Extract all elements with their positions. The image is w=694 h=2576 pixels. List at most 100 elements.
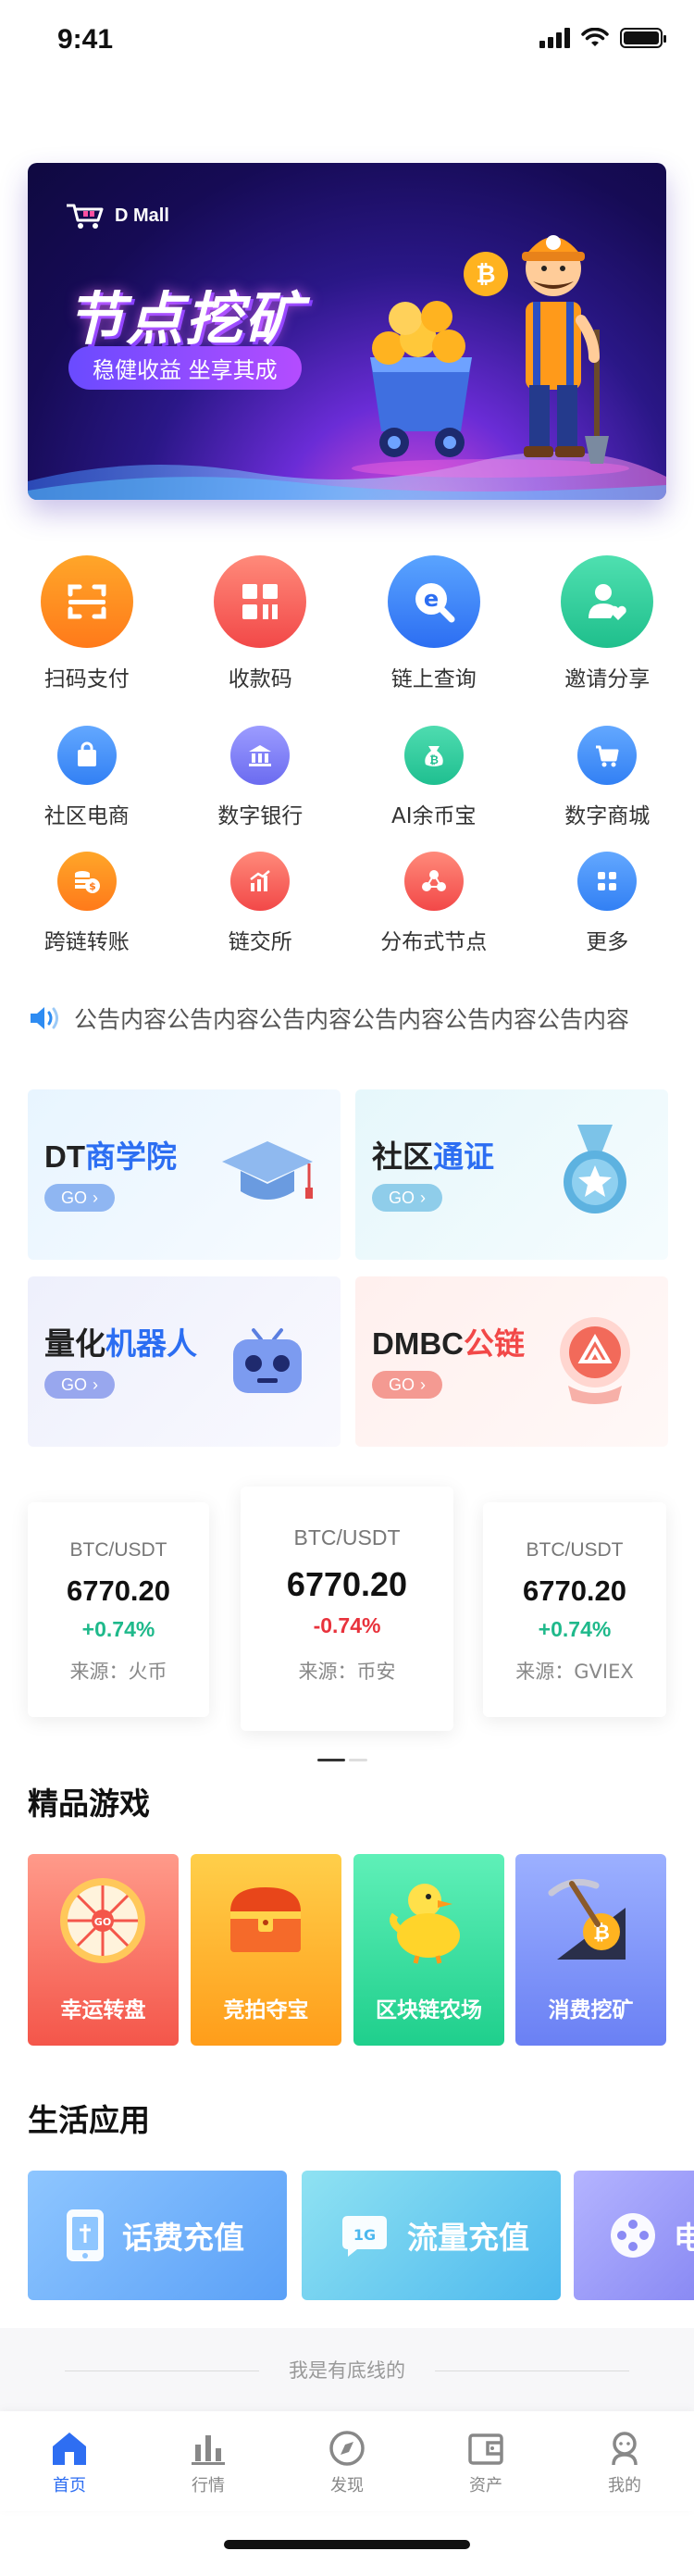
- feature-card-community-token[interactable]: 社区通证 GO ›: [355, 1089, 668, 1260]
- feature-title-prefix: DMBC: [372, 1326, 464, 1361]
- action-label: 收款码: [228, 667, 292, 691]
- duck-icon: [390, 1884, 460, 1964]
- game-card-blockchain-farm[interactable]: 区块链农场: [353, 1854, 504, 2046]
- feature-card-dmbc-chain[interactable]: DMBC公链 GO ›: [355, 1276, 668, 1447]
- chain-search-icon: e: [387, 555, 480, 648]
- service-digital-bank[interactable]: 数字银行: [174, 726, 348, 829]
- life-section-title: 生活应用: [28, 2102, 150, 2138]
- ticker-change: -0.74%: [313, 1613, 381, 1637]
- go-button[interactable]: GO ›: [372, 1184, 442, 1212]
- feature-title-highlight: 商学院: [85, 1139, 177, 1174]
- action-label: 邀请分享: [564, 667, 651, 691]
- service-community-shop[interactable]: 社区电商: [0, 726, 174, 829]
- service-more[interactable]: 更多: [521, 852, 694, 955]
- end-of-list-text: 我是有底线的: [289, 2359, 405, 2382]
- announcement-bar[interactable]: 公告内容公告内容公告内容公告内容公告内容公告内容: [28, 1000, 666, 1037]
- home-icon: [53, 2433, 86, 2465]
- feature-card-quant-robot[interactable]: 量化机器人 GO ›: [28, 1276, 341, 1447]
- market-chart-icon: [192, 2435, 225, 2465]
- feature-card-business-school[interactable]: DT商学院 GO ›: [28, 1089, 341, 1260]
- crystal-ball-icon: [560, 1317, 630, 1404]
- user-icon: [612, 2432, 638, 2466]
- go-label: GO: [60, 1188, 87, 1207]
- action-receive-code[interactable]: 收款码: [174, 555, 348, 692]
- svg-text:e: e: [424, 586, 439, 612]
- ticker-price: 6770.20: [286, 1565, 408, 1603]
- service-label: 数字银行: [217, 804, 304, 828]
- life-card-movie[interactable]: 电: [574, 2171, 694, 2300]
- ticker-change: +0.74%: [81, 1617, 155, 1641]
- bar-chart-icon: [230, 852, 291, 911]
- action-invite-share[interactable]: 邀请分享: [521, 555, 694, 692]
- action-scan-pay[interactable]: 扫码支付: [0, 555, 174, 692]
- feature-title-prefix: DT: [44, 1139, 85, 1174]
- service-label: AI余币宝: [390, 804, 477, 828]
- tab-label: 资产: [469, 2476, 502, 2495]
- game-card-auction-treasure[interactable]: 竞拍夺宝: [191, 1854, 341, 2046]
- compass-icon: [329, 2431, 365, 2466]
- service-ai-coin-treasure[interactable]: ₿ AI余币宝: [347, 726, 521, 829]
- coin-bag-icon: ₿: [403, 726, 464, 785]
- tab-discover[interactable]: 发现: [278, 2411, 416, 2511]
- action-label: 扫码支付: [43, 667, 130, 691]
- graduation-cap-icon: [222, 1141, 313, 1200]
- game-label: 幸运转盘: [60, 1998, 146, 2022]
- game-label: 消费挖矿: [548, 1998, 634, 2022]
- tab-market[interactable]: 行情: [139, 2411, 278, 2511]
- service-distributed-node[interactable]: 分布式节点: [347, 852, 521, 955]
- home-indicator: [224, 2540, 470, 2549]
- tab-home[interactable]: 首页: [0, 2411, 139, 2511]
- svg-text:GO: GO: [94, 1916, 111, 1928]
- ticker-source: 来源：GVIEX: [515, 1661, 634, 1683]
- service-cross-chain-transfer[interactable]: $ 跨链转账: [0, 852, 174, 955]
- bottom-tab-bar: 首页 行情 发现 资产 我的: [0, 2411, 694, 2511]
- invite-user-icon: [561, 555, 654, 648]
- service-chain-exchange[interactable]: 链交所: [174, 852, 348, 955]
- games-section-title: 精品游戏: [28, 1786, 150, 1822]
- nodes-icon: [403, 852, 464, 911]
- life-card-content: 电: [609, 2171, 694, 2300]
- feature-title-prefix: 量化: [44, 1326, 105, 1361]
- feature-card-title: 量化机器人: [44, 1319, 197, 1363]
- ticker-card-gviex[interactable]: BTC/USDT 6770.20 +0.74% 来源：GVIEX: [483, 1502, 666, 1717]
- film-icon: [611, 2213, 655, 2258]
- battery-icon: [620, 28, 666, 48]
- ticker-pair: BTC/USDT: [69, 1539, 167, 1561]
- banner-brand: D Mall: [65, 202, 169, 230]
- go-button[interactable]: GO ›: [372, 1371, 442, 1399]
- status-bar: 9:41: [0, 0, 694, 81]
- feature-title-prefix: 社区: [372, 1139, 433, 1174]
- game-card-consume-mining[interactable]: ₿ 消费挖矿: [515, 1854, 666, 2046]
- services-grid-row-1: 社区电商 数字银行 ₿ AI余币宝 数字商城: [0, 726, 694, 829]
- ticker-price: 6770.20: [66, 1574, 171, 1607]
- life-card-data-recharge[interactable]: 1G 流量充值: [302, 2171, 561, 2300]
- pickaxe-coin-icon: ₿: [548, 1878, 626, 1960]
- game-label: 区块链农场: [376, 1998, 482, 2022]
- promo-banner[interactable]: D Mall 节点挖矿 稳健收益 坐享其成 ₿: [28, 163, 666, 500]
- service-digital-mall[interactable]: 数字商城: [521, 726, 694, 829]
- main-actions-grid: 扫码支付 收款码 e 链上查询 邀请分享: [0, 555, 694, 692]
- tab-assets[interactable]: 资产: [416, 2411, 555, 2511]
- game-label: 竞拍夺宝: [223, 1998, 309, 2022]
- list-end-indicator: 我是有底线的: [0, 2328, 694, 2411]
- ticker-source: 来源：火币: [69, 1661, 167, 1683]
- ticker-price: 6770.20: [522, 1574, 627, 1607]
- action-chain-query[interactable]: e 链上查询: [347, 555, 521, 692]
- game-card-lucky-wheel[interactable]: GO 幸运转盘: [28, 1854, 179, 2046]
- dmall-logo-icon: [67, 204, 104, 229]
- tab-profile[interactable]: 我的: [555, 2411, 694, 2511]
- life-card-phone-recharge[interactable]: 话费充值: [28, 2171, 287, 2300]
- miner-illustration: ₿: [352, 235, 629, 478]
- ticker-card-huobi[interactable]: BTC/USDT 6770.20 +0.74% 来源：火币: [28, 1502, 209, 1717]
- wallet-icon: [468, 2433, 503, 2465]
- feature-card-title: 社区通证: [372, 1132, 494, 1176]
- tab-label: 行情: [192, 2476, 225, 2495]
- tab-label: 我的: [608, 2476, 641, 2495]
- go-button[interactable]: GO ›: [44, 1371, 115, 1399]
- grid-more-icon: [577, 852, 638, 911]
- ticker-pair: BTC/USDT: [526, 1539, 624, 1561]
- feature-title-highlight: 通证: [433, 1139, 494, 1174]
- ticker-card-binance[interactable]: BTC/USDT 6770.20 -0.74% 来源：币安: [241, 1487, 453, 1731]
- go-button[interactable]: GO ›: [44, 1184, 115, 1212]
- svg-text:₿: ₿: [476, 261, 495, 289]
